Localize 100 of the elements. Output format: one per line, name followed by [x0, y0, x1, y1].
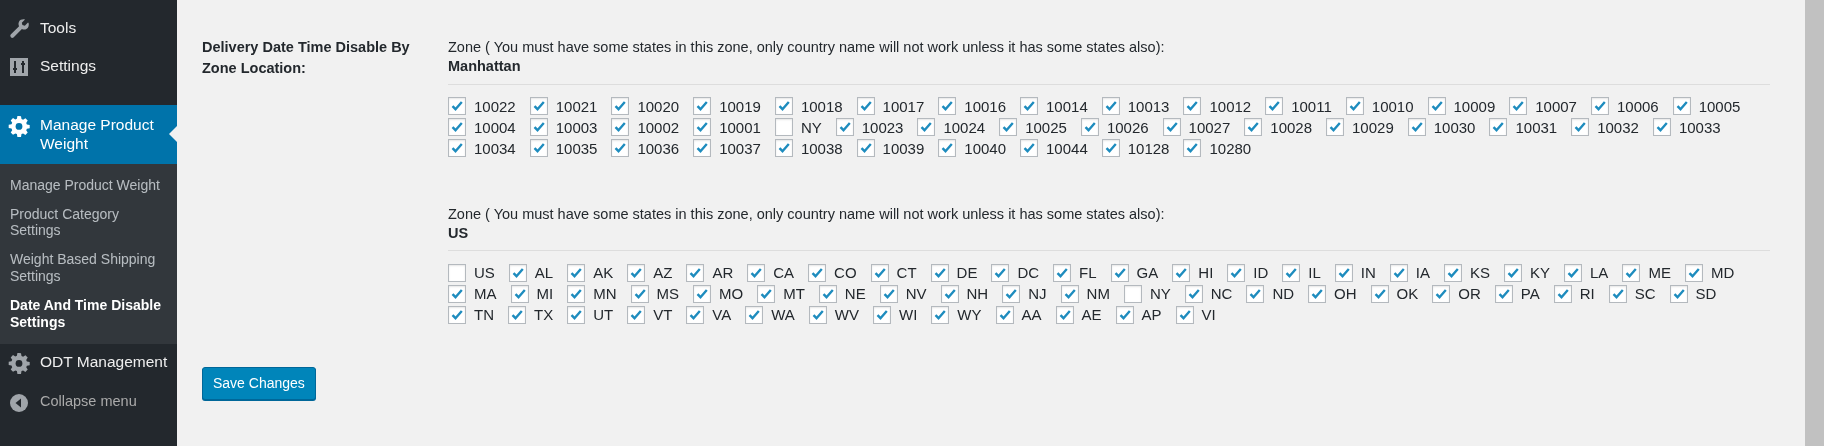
checkbox[interactable]	[1020, 139, 1039, 158]
checkbox[interactable]	[835, 118, 854, 137]
checkbox[interactable]	[448, 139, 466, 158]
checkbox[interactable]	[611, 97, 630, 116]
checkbox[interactable]	[1608, 284, 1627, 303]
checkbox[interactable]	[856, 97, 875, 116]
checkbox[interactable]	[611, 118, 630, 137]
checkbox[interactable]	[1407, 118, 1426, 137]
checkbox[interactable]	[870, 263, 889, 282]
checkbox[interactable]	[856, 139, 875, 158]
checkbox[interactable]	[991, 263, 1010, 282]
checkbox[interactable]	[1246, 284, 1265, 303]
checkbox[interactable]	[1002, 284, 1021, 303]
checkbox[interactable]	[1053, 263, 1072, 282]
submenu-item[interactable]: Date And Time Disable Settings	[0, 292, 177, 339]
checkbox[interactable]	[1370, 284, 1389, 303]
checkbox[interactable]	[995, 305, 1014, 324]
checkbox[interactable]	[567, 263, 586, 282]
checkbox[interactable]	[873, 305, 892, 324]
checkbox[interactable]	[1101, 139, 1120, 158]
checkbox[interactable]	[1444, 263, 1462, 282]
checkbox[interactable]	[1265, 97, 1284, 116]
checkbox[interactable]	[1110, 263, 1129, 282]
checkbox[interactable]	[627, 263, 646, 282]
checkbox[interactable]	[931, 305, 950, 324]
checkbox[interactable]	[529, 139, 548, 158]
checkbox[interactable]	[1571, 118, 1590, 137]
checkbox[interactable]	[938, 139, 957, 158]
checkbox[interactable]	[611, 139, 630, 158]
checkbox[interactable]	[1432, 284, 1451, 303]
checkbox[interactable]	[686, 263, 705, 282]
checkbox[interactable]	[774, 139, 793, 158]
checkbox[interactable]	[1553, 284, 1572, 303]
checkbox[interactable]	[630, 284, 649, 303]
checkbox[interactable]	[940, 284, 959, 303]
checkbox[interactable]	[508, 305, 526, 324]
checkbox[interactable]	[1509, 97, 1528, 116]
checkbox[interactable]	[1564, 263, 1583, 282]
checkbox[interactable]	[1080, 118, 1099, 137]
checkbox[interactable]	[1622, 263, 1641, 282]
checkbox[interactable]	[1175, 305, 1194, 324]
checkbox[interactable]	[1162, 118, 1181, 137]
checkbox[interactable]	[1504, 263, 1522, 282]
save-button[interactable]: Save Changes	[202, 367, 316, 401]
submenu-item[interactable]: Manage Product Weight	[0, 172, 177, 202]
checkbox[interactable]	[818, 284, 837, 303]
checkbox[interactable]	[448, 263, 466, 282]
checkbox[interactable]	[808, 263, 827, 282]
collapse-menu-button[interactable]: Collapse menu	[0, 384, 177, 423]
checkbox[interactable]	[1652, 118, 1671, 137]
checkbox[interactable]	[999, 118, 1018, 137]
checkbox[interactable]	[1494, 284, 1513, 303]
checkbox[interactable]	[1183, 139, 1202, 158]
checkbox[interactable]	[508, 263, 527, 282]
checkbox[interactable]	[1669, 284, 1688, 303]
checkbox[interactable]	[879, 284, 898, 303]
checkbox[interactable]	[774, 118, 793, 137]
checkbox[interactable]	[1489, 118, 1508, 137]
checkbox[interactable]	[448, 305, 466, 324]
checkbox[interactable]	[627, 305, 646, 324]
checkbox[interactable]	[938, 97, 957, 116]
checkbox[interactable]	[448, 97, 466, 116]
checkbox[interactable]	[448, 284, 466, 303]
menu-item[interactable]: Settings	[0, 48, 177, 86]
checkbox[interactable]	[693, 97, 712, 116]
checkbox[interactable]	[808, 305, 827, 324]
checkbox[interactable]	[1115, 305, 1134, 324]
checkbox[interactable]	[930, 263, 949, 282]
checkbox[interactable]	[1123, 284, 1142, 303]
checkbox[interactable]	[1184, 284, 1203, 303]
menu-item[interactable]: Tools	[0, 10, 177, 48]
checkbox[interactable]	[1590, 97, 1609, 116]
checkbox[interactable]	[1244, 118, 1263, 137]
checkbox[interactable]	[693, 139, 712, 158]
checkbox[interactable]	[1101, 97, 1120, 116]
scrollbar[interactable]	[1805, 0, 1824, 446]
checkbox[interactable]	[917, 118, 936, 137]
checkbox[interactable]	[686, 305, 705, 324]
checkbox[interactable]	[1334, 263, 1353, 282]
checkbox[interactable]	[1227, 263, 1246, 282]
checkbox[interactable]	[567, 284, 586, 303]
checkbox[interactable]	[1172, 263, 1191, 282]
checkbox[interactable]	[448, 118, 466, 137]
submenu-item[interactable]: Weight Based Shipping Settings	[0, 247, 177, 293]
checkbox[interactable]	[693, 118, 712, 137]
menu-item[interactable]: Manage Product Weight	[0, 105, 177, 164]
checkbox[interactable]	[1427, 97, 1446, 116]
checkbox[interactable]	[1345, 97, 1364, 116]
checkbox[interactable]	[529, 118, 548, 137]
checkbox[interactable]	[1183, 97, 1202, 116]
checkbox[interactable]	[747, 263, 766, 282]
checkbox[interactable]	[1672, 97, 1691, 116]
checkbox[interactable]	[745, 305, 764, 324]
checkbox[interactable]	[567, 305, 586, 324]
checkbox[interactable]	[757, 284, 776, 303]
checkbox[interactable]	[774, 97, 793, 116]
checkbox[interactable]	[1308, 284, 1327, 303]
checkbox[interactable]	[1060, 284, 1079, 303]
checkbox[interactable]	[1282, 263, 1301, 282]
checkbox[interactable]	[1326, 118, 1345, 137]
